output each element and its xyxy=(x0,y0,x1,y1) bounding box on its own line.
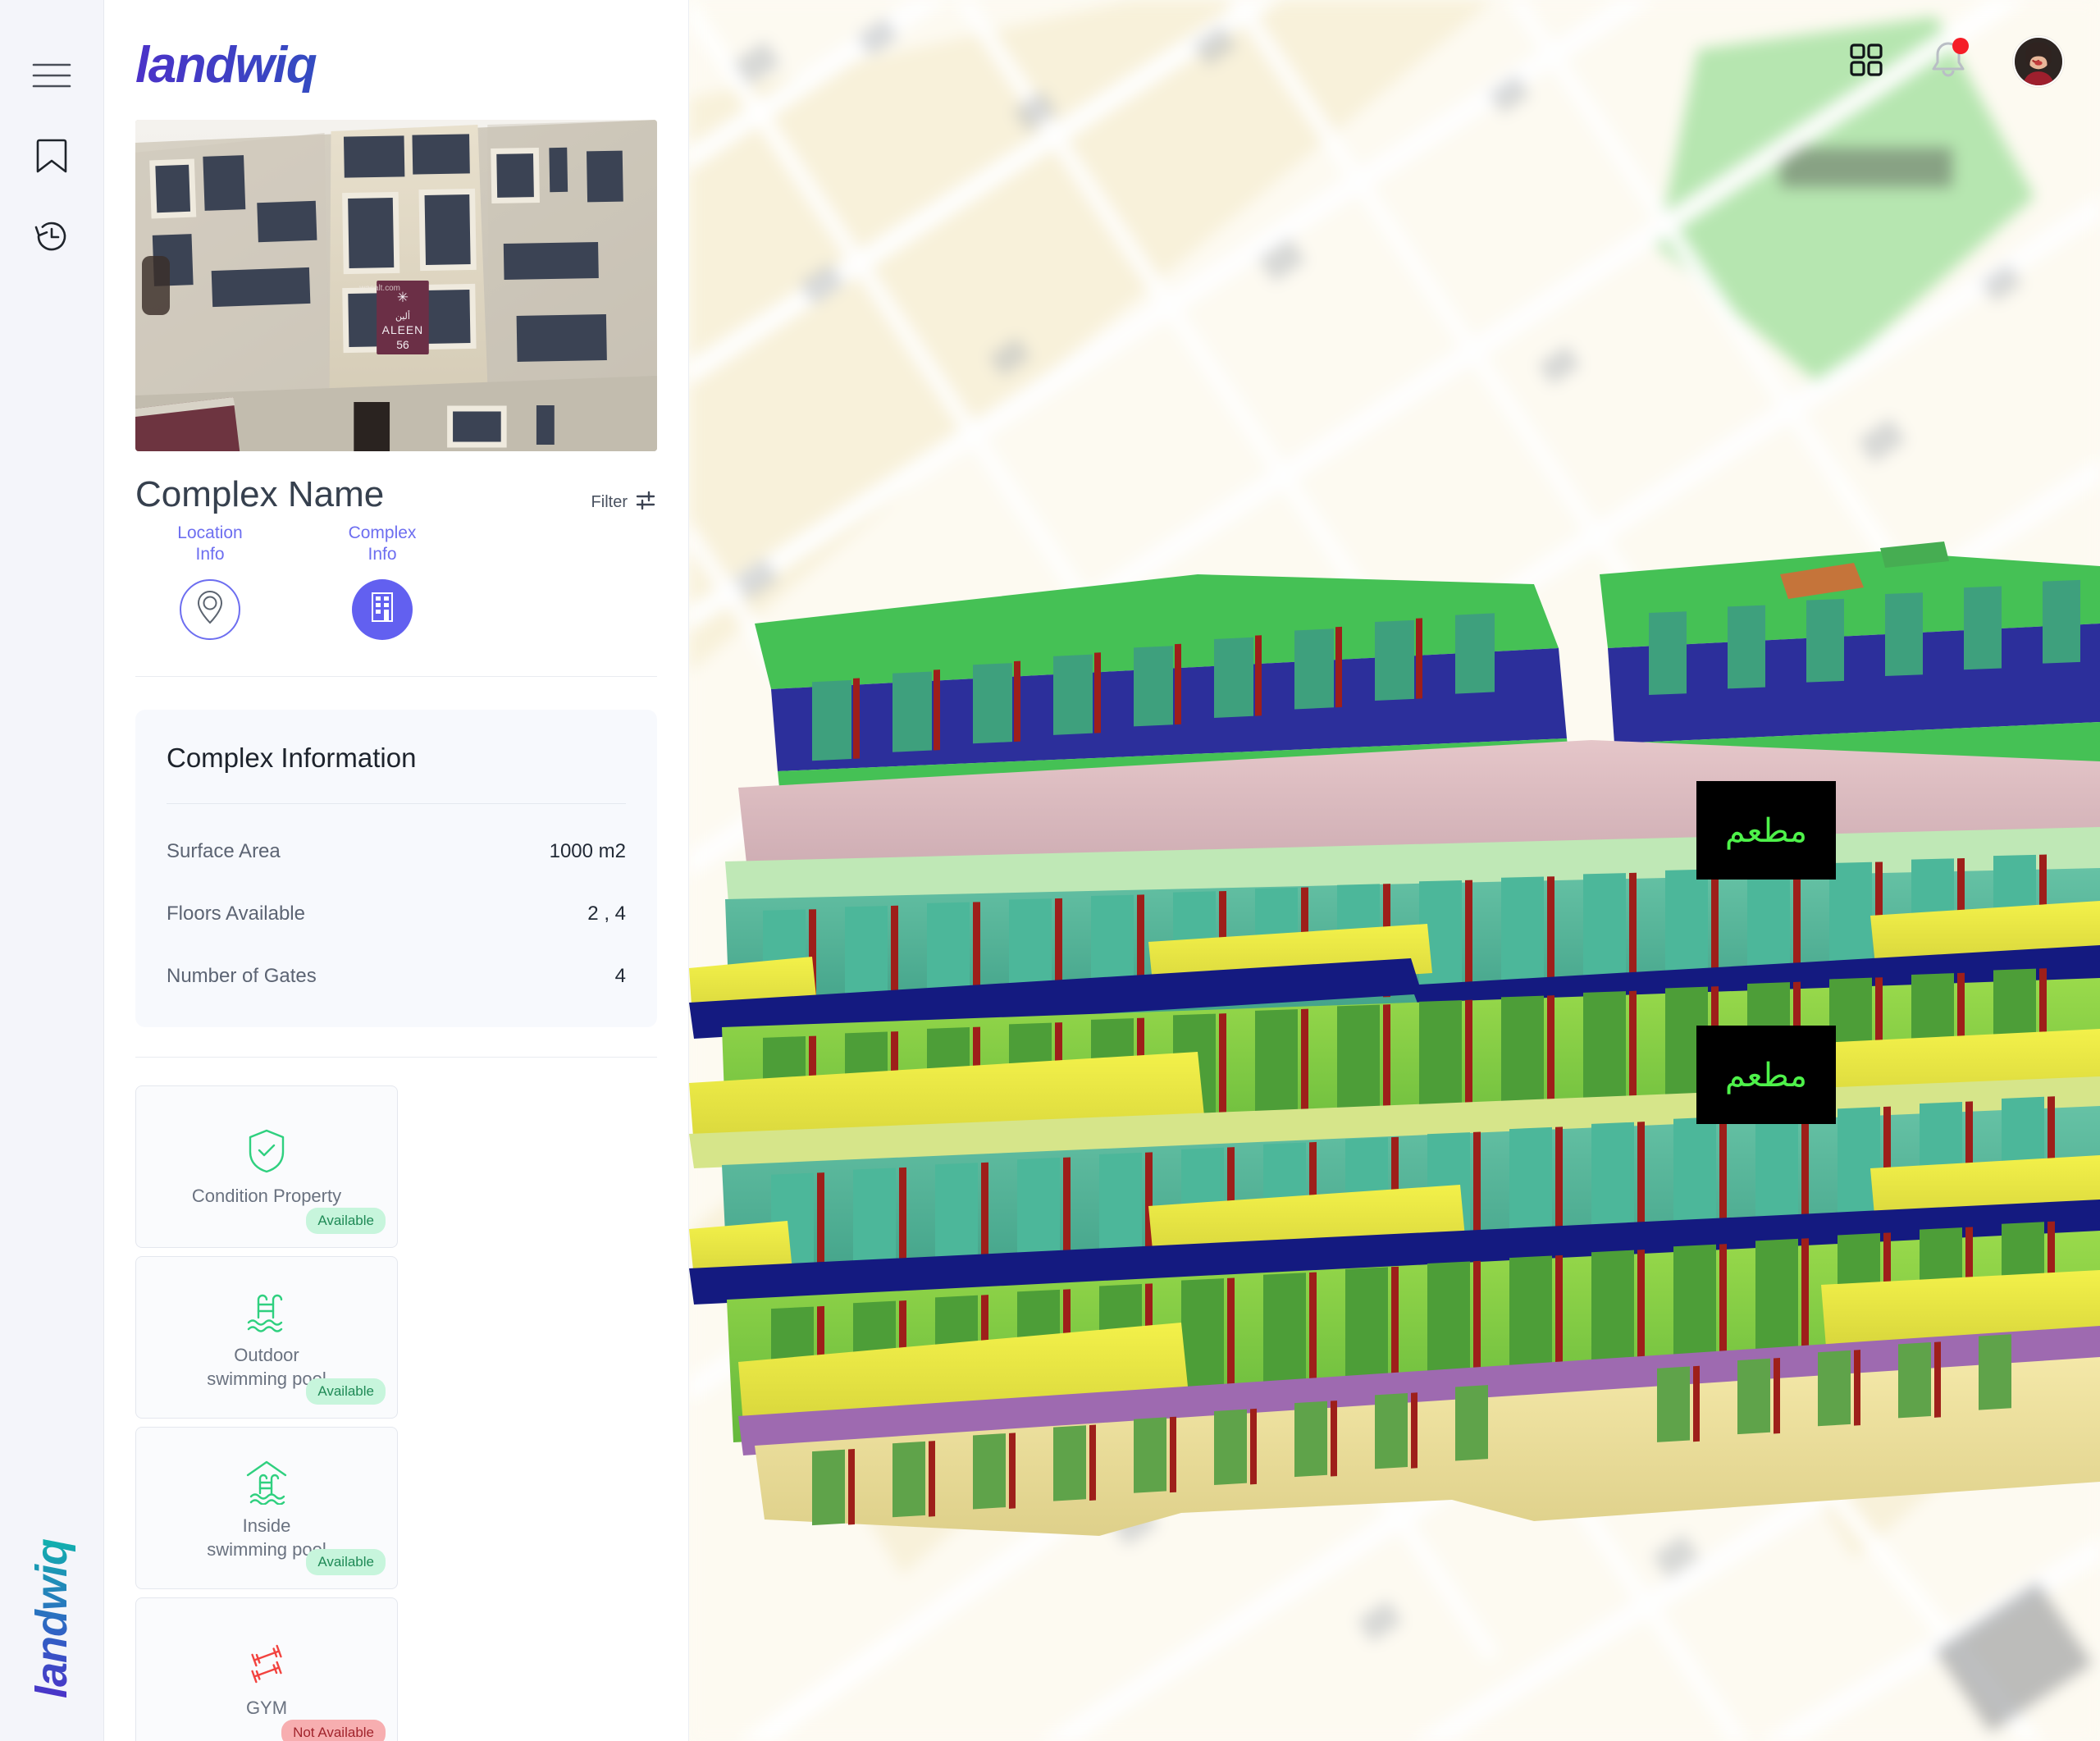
status-badge: Available xyxy=(306,1548,386,1575)
icon-rail: landwiq xyxy=(0,0,104,1741)
info-row-number-of-gates: Number of Gates 4 xyxy=(167,965,626,988)
notification-badge-dot xyxy=(1952,37,1969,54)
bookmark-icon xyxy=(35,137,68,179)
detail-panel: landwiq ✳ ألين ALEEN 56 wasalt.com Compl… xyxy=(104,0,689,1741)
amenity-card-outdoor-swimming-pool[interactable]: Outdoor swimming pool Available xyxy=(135,1255,398,1419)
sign-number: 56 xyxy=(396,338,409,351)
page-title: Complex Name xyxy=(135,474,385,514)
tab-complex-info[interactable]: Complex Info xyxy=(331,523,434,640)
panel-divider xyxy=(135,675,657,677)
brand-wordmark: landwiq xyxy=(135,36,688,94)
avatar[interactable] xyxy=(2013,36,2064,87)
shield-check-icon xyxy=(245,1124,288,1175)
info-key: Surface Area xyxy=(167,839,281,862)
apps-grid-button[interactable] xyxy=(1849,43,1883,81)
hamburger-menu-icon xyxy=(32,61,71,94)
sidebar-item-history[interactable] xyxy=(25,212,78,264)
sidebar-item-bookmarks[interactable] xyxy=(25,131,78,184)
info-value: 4 xyxy=(614,964,626,987)
grid-icon xyxy=(1849,43,1883,81)
sidebar-item-menu[interactable] xyxy=(25,51,78,103)
outdoor-pool-icon xyxy=(242,1283,291,1334)
filter-button[interactable]: Filter xyxy=(591,491,657,514)
status-badge: Not Available xyxy=(281,1719,386,1741)
amenity-label: GYM xyxy=(245,1698,288,1719)
avatar-image xyxy=(2015,38,2062,85)
tab-complex-info-label: Complex Info xyxy=(348,523,417,564)
status-badge: Available xyxy=(306,1207,386,1234)
amenities-grid: Condition Property Available Outdoor swi… xyxy=(135,1085,657,1741)
app-root: landwiq landwiq ✳ ألين ALEEN 56 wasalt.c… xyxy=(0,0,2100,1741)
photo-prev-button[interactable] xyxy=(142,256,170,315)
tab-location-info-label: Location Info xyxy=(177,523,243,564)
building-icon xyxy=(367,590,398,628)
photo-watermark: wasalt.com xyxy=(358,284,400,293)
location-pin-icon xyxy=(194,590,226,628)
tab-location-info-circle xyxy=(180,578,240,640)
complex-information-title: Complex Information xyxy=(167,742,417,773)
amenity-label: Condition Property xyxy=(191,1186,342,1207)
complex-information-card: Complex Information Surface Area 1000 m2… xyxy=(135,709,657,1027)
footer-logo: landwiq xyxy=(27,1539,76,1698)
info-key: Number of Gates xyxy=(167,964,317,987)
map-view[interactable]: مطعم مطعم xyxy=(689,0,2100,1741)
tab-location-info[interactable]: Location Info xyxy=(158,523,262,640)
info-key: Floors Available xyxy=(167,902,305,925)
amenity-card-condition-property[interactable]: Condition Property Available xyxy=(135,1085,398,1248)
property-photo[interactable]: ✳ ألين ALEEN 56 wasalt.com xyxy=(135,120,657,451)
dumbbell-icon xyxy=(240,1636,293,1687)
info-value: 1000 m2 xyxy=(549,839,626,862)
indoor-pool-icon xyxy=(241,1454,292,1506)
status-badge: Available xyxy=(306,1378,386,1405)
card-divider xyxy=(167,802,626,804)
map-background xyxy=(689,0,2100,1741)
sliders-icon xyxy=(636,491,657,514)
amenity-card-inside-swimming-pool[interactable]: Inside swimming pool Available xyxy=(135,1426,398,1589)
history-clock-icon xyxy=(33,217,71,259)
info-value: 2 , 4 xyxy=(587,902,626,925)
amenity-card-gym[interactable]: GYM Not Available xyxy=(135,1597,398,1741)
sign-name: ALEEN xyxy=(382,323,424,336)
panel-title-row: Complex Name Filter xyxy=(135,474,657,514)
info-tabs: Location Info Complex Info xyxy=(135,523,657,640)
panel-divider-2 xyxy=(135,1056,657,1058)
tab-complex-info-circle xyxy=(352,578,413,640)
info-row-surface-area: Surface Area 1000 m2 xyxy=(167,840,626,863)
info-row-floors-available: Floors Available 2 , 4 xyxy=(167,902,626,925)
brand-header: landwiq xyxy=(104,0,688,120)
filter-label: Filter xyxy=(591,493,628,511)
sign-arabic: ألين xyxy=(395,310,410,322)
property-photo-image: ✳ ألين ALEEN 56 wasalt.com xyxy=(135,120,657,451)
notifications-button[interactable] xyxy=(1929,37,1969,85)
map-header-actions xyxy=(1849,36,2064,87)
